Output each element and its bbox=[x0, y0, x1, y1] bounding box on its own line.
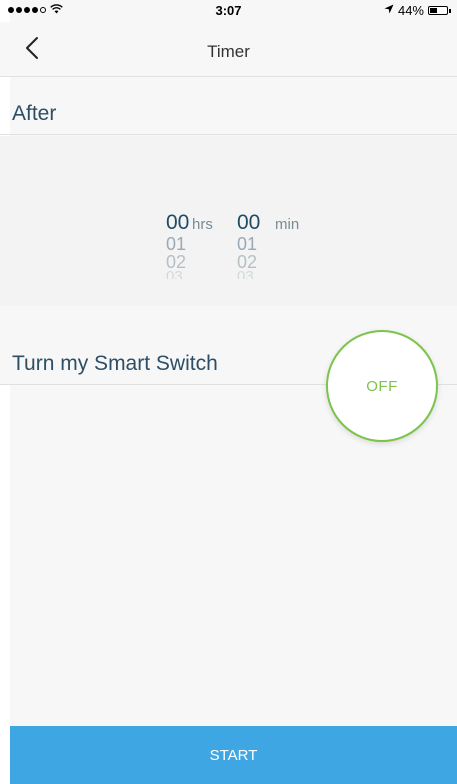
minutes-unit-label: min bbox=[275, 216, 300, 233]
after-label: After bbox=[12, 102, 57, 125]
hours-option[interactable]: 01 bbox=[166, 235, 189, 253]
battery-percent: 44% bbox=[397, 3, 424, 18]
hours-option[interactable]: 03 bbox=[166, 271, 189, 279]
toggle-state-label: OFF bbox=[366, 377, 398, 395]
hours-unit-label: hrs bbox=[192, 216, 213, 233]
minutes-option[interactable]: 01 bbox=[237, 235, 260, 253]
location-arrow-icon bbox=[384, 4, 394, 17]
page-title: Timer bbox=[207, 42, 250, 61]
status-right: 44% bbox=[384, 3, 451, 18]
start-button[interactable]: START bbox=[10, 726, 457, 784]
timer-screen: 3:07 44% Timer After 00 01 02 hrs 00 01 … bbox=[0, 0, 457, 784]
switch-label: Turn my Smart Switch bbox=[12, 352, 218, 375]
switch-state-toggle[interactable]: OFF bbox=[326, 330, 438, 442]
nav-bar: Timer bbox=[0, 22, 457, 77]
hours-wheel[interactable]: 00 01 02 03 bbox=[166, 211, 189, 279]
minutes-option-selected[interactable]: 00 bbox=[237, 211, 260, 235]
battery-body bbox=[428, 6, 448, 15]
hours-option-selected[interactable]: 00 bbox=[166, 211, 189, 235]
minutes-option[interactable]: 03 bbox=[237, 271, 260, 279]
minutes-option[interactable]: 02 bbox=[237, 253, 260, 271]
time-picker[interactable]: 00 01 02 03 hrs 00 01 02 03 min bbox=[0, 136, 457, 306]
time-picker-area: 00 01 02 03 hrs 00 01 02 03 min bbox=[0, 136, 457, 306]
status-bar: 3:07 44% bbox=[0, 0, 457, 22]
battery-tip bbox=[449, 8, 451, 13]
battery-icon bbox=[428, 6, 451, 15]
start-button-label: START bbox=[209, 746, 258, 764]
after-section-header: After bbox=[0, 77, 457, 135]
minutes-wheel[interactable]: 00 01 02 03 bbox=[237, 211, 260, 279]
hours-option[interactable]: 02 bbox=[166, 253, 189, 271]
battery-fill bbox=[430, 8, 438, 13]
